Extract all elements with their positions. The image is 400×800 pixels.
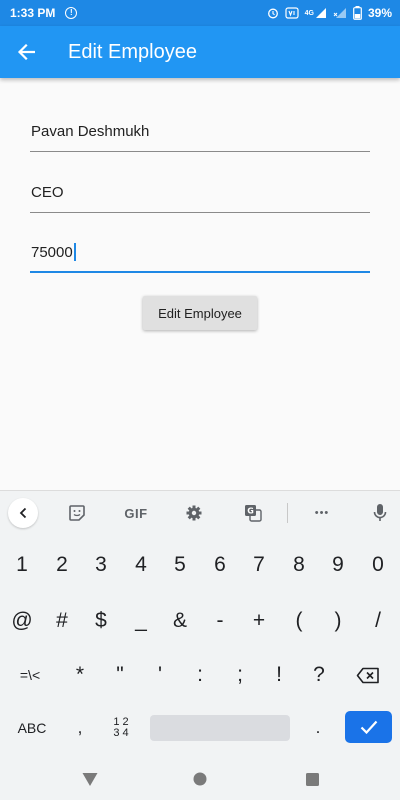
- key-dollar[interactable]: $: [81, 603, 121, 639]
- settings-button[interactable]: [181, 499, 207, 527]
- backspace-icon: [356, 667, 379, 683]
- voice-input-button[interactable]: [368, 499, 392, 527]
- position-field-value: CEO: [31, 184, 64, 201]
- keyboard-toolbar: GIF G •••: [0, 491, 400, 535]
- microphone-icon: [373, 504, 387, 521]
- key-9[interactable]: 9: [318, 547, 358, 583]
- translate-button[interactable]: G: [240, 499, 266, 527]
- edit-employee-form: Pavan Deshmukh CEO 75000 Edit Employee: [0, 78, 400, 490]
- square-recents-icon: [305, 772, 319, 786]
- status-time: 1:33 PM: [10, 6, 56, 20]
- gear-icon: [186, 505, 202, 521]
- battery-icon: [353, 6, 362, 20]
- key-0[interactable]: 0: [358, 547, 398, 583]
- nav-back-button[interactable]: [80, 769, 100, 789]
- status-icons: 4G 39%: [267, 6, 392, 20]
- alarm-icon: [267, 7, 279, 19]
- sticker-icon: [69, 505, 85, 521]
- key-underscore[interactable]: _: [121, 603, 161, 639]
- translate-icon: G: [245, 505, 262, 522]
- key-1[interactable]: 1: [2, 547, 42, 583]
- key-minus[interactable]: -: [200, 603, 240, 639]
- signal-x-icon: [333, 7, 347, 19]
- enter-key[interactable]: [345, 711, 392, 743]
- salary-field-value: 75000: [31, 243, 73, 261]
- name-field-value: Pavan Deshmukh: [31, 123, 150, 140]
- keyboard-collapse-button[interactable]: [8, 498, 38, 528]
- app-bar: Edit Employee: [0, 26, 400, 78]
- nav-home-button[interactable]: [190, 769, 210, 789]
- svg-text:G: G: [247, 507, 254, 516]
- key-hash[interactable]: #: [42, 603, 82, 639]
- key-exclamation[interactable]: !: [259, 657, 299, 693]
- sticker-button[interactable]: [64, 499, 90, 527]
- key-comma[interactable]: ,: [64, 711, 96, 745]
- name-field[interactable]: Pavan Deshmukh: [30, 112, 370, 152]
- key-period[interactable]: .: [298, 711, 338, 745]
- circle-home-icon: [193, 772, 207, 786]
- chevron-left-icon: [19, 507, 27, 519]
- key-asterisk[interactable]: *: [60, 657, 100, 693]
- volte-icon: [285, 7, 299, 19]
- more-button[interactable]: •••: [308, 499, 336, 527]
- backspace-key[interactable]: [346, 657, 390, 693]
- key-2[interactable]: 2: [42, 547, 82, 583]
- arrow-back-icon: [17, 44, 35, 60]
- key-open-paren[interactable]: (: [279, 603, 319, 639]
- key-question[interactable]: ?: [299, 657, 339, 693]
- key-semicolon[interactable]: ;: [220, 657, 260, 693]
- key-4[interactable]: 4: [121, 547, 161, 583]
- key-7[interactable]: 7: [239, 547, 279, 583]
- key-3[interactable]: 3: [81, 547, 121, 583]
- key-double-quote[interactable]: ": [100, 657, 140, 693]
- key-8[interactable]: 8: [279, 547, 319, 583]
- key-close-paren[interactable]: ): [318, 603, 358, 639]
- status-bar: 1:33 PM ! 4G 39%: [0, 0, 400, 26]
- key-at[interactable]: @: [2, 603, 42, 639]
- back-button[interactable]: [0, 26, 52, 78]
- key-plus[interactable]: +: [239, 603, 279, 639]
- signal-4g-icon: 4G: [305, 7, 327, 19]
- key-colon[interactable]: :: [180, 657, 220, 693]
- system-nav-bar: [0, 757, 400, 800]
- numpad-label-bottom: 3 4: [113, 727, 129, 739]
- network-type: 4G: [304, 9, 314, 17]
- key-numpad[interactable]: 1 2 3 4: [102, 710, 140, 746]
- key-slash[interactable]: /: [358, 603, 398, 639]
- page-title: Edit Employee: [68, 40, 197, 63]
- info-icon: !: [65, 7, 78, 19]
- nav-recents-button[interactable]: [302, 769, 322, 789]
- soft-keyboard: GIF G ••• 1 2 3 4 5 6 7 8 9 0 @ # $ _ & …: [0, 490, 400, 757]
- salary-field[interactable]: 75000: [30, 233, 370, 273]
- key-single-quote[interactable]: ': [140, 657, 180, 693]
- key-abc[interactable]: ABC: [6, 711, 58, 745]
- triangle-back-icon: [82, 773, 98, 786]
- checkmark-icon: [360, 720, 377, 734]
- battery-percent: 39%: [367, 6, 392, 20]
- key-5[interactable]: 5: [160, 547, 200, 583]
- position-field[interactable]: CEO: [30, 173, 370, 213]
- toolbar-divider: [287, 503, 288, 523]
- edit-employee-button[interactable]: Edit Employee: [143, 296, 257, 330]
- gif-button[interactable]: GIF: [120, 499, 152, 527]
- key-more-symbols[interactable]: =\<: [6, 657, 54, 693]
- text-cursor: [73, 243, 76, 261]
- key-ampersand[interactable]: &: [160, 603, 200, 639]
- space-key[interactable]: [150, 715, 290, 741]
- key-6[interactable]: 6: [200, 547, 240, 583]
